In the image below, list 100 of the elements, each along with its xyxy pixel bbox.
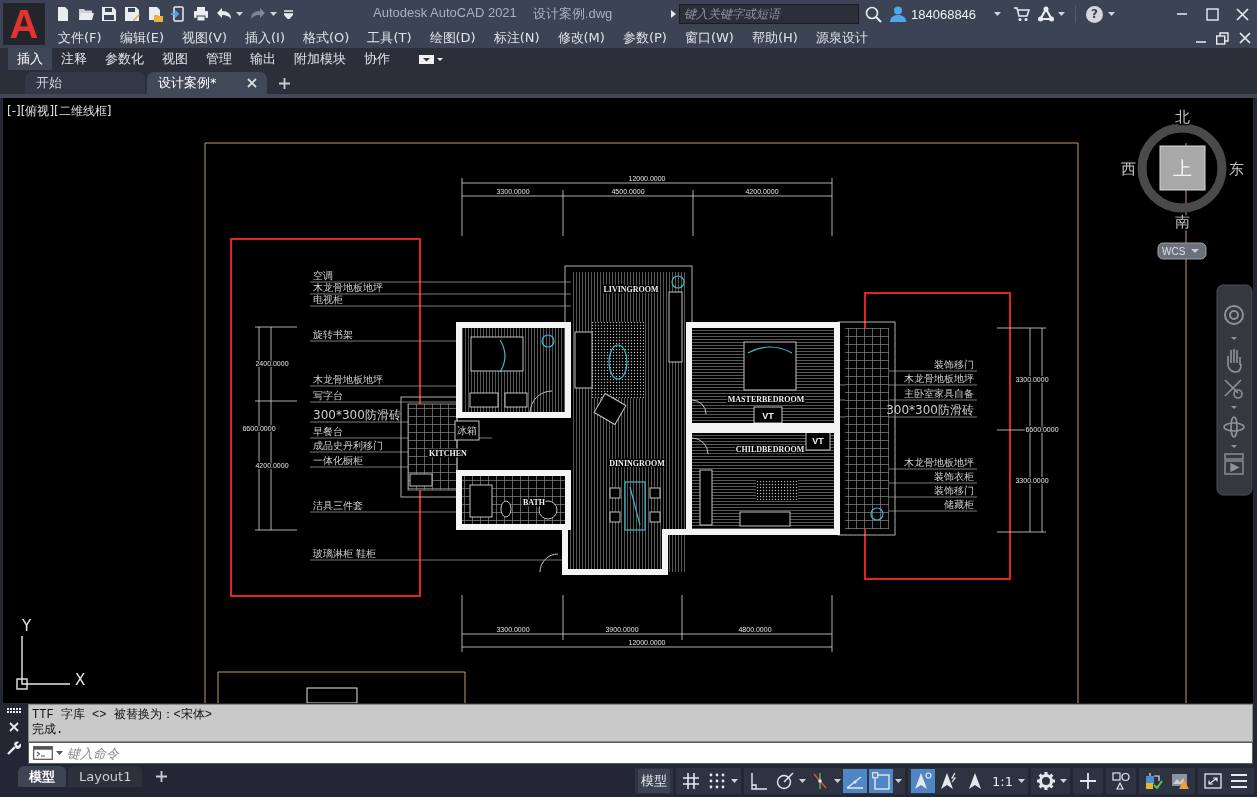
annotation-visibility-button[interactable] bbox=[911, 769, 936, 793]
axis-label: X bbox=[75, 671, 86, 689]
right-angle-icon bbox=[750, 772, 769, 790]
wrench-icon[interactable] bbox=[7, 741, 21, 755]
image-warning-icon bbox=[1171, 772, 1189, 790]
menu-item[interactable]: 格式(O) bbox=[294, 28, 359, 48]
grid-icon bbox=[682, 772, 701, 790]
close-icon bbox=[1235, 7, 1249, 21]
caret-icon[interactable] bbox=[1060, 779, 1067, 783]
search-field[interactable]: 键入关键字或短语 bbox=[679, 4, 859, 24]
expand-arrow-icon[interactable] bbox=[671, 10, 676, 18]
caret-icon[interactable] bbox=[1231, 406, 1237, 409]
caret-icon[interactable] bbox=[895, 779, 903, 783]
file-tab[interactable]: 设计案例* bbox=[147, 72, 267, 94]
ribbon-tab[interactable]: 视图 bbox=[153, 48, 197, 70]
save-as-icon[interactable] bbox=[124, 6, 140, 22]
help-button[interactable]: ? bbox=[1086, 5, 1104, 23]
menu-item[interactable]: 帮助(H) bbox=[742, 28, 807, 48]
menu-item[interactable]: 窗口(W) bbox=[675, 28, 743, 48]
minimize-icon bbox=[1176, 13, 1188, 15]
dot-grid-icon bbox=[708, 772, 727, 790]
layout-tab[interactable]: Layout1 bbox=[68, 766, 143, 787]
compass-ring[interactable] bbox=[1137, 123, 1227, 213]
zoom-icon[interactable] bbox=[1224, 379, 1243, 399]
caret-icon[interactable] bbox=[1108, 12, 1116, 16]
plus-icon[interactable] bbox=[156, 771, 168, 782]
caret-icon[interactable] bbox=[994, 12, 1002, 16]
polar-icon bbox=[776, 772, 795, 790]
user-name[interactable]: 184068846 bbox=[911, 6, 977, 22]
user-icon[interactable] bbox=[890, 6, 906, 22]
document-folder-icon[interactable] bbox=[147, 6, 163, 22]
document-title: 设计案例.dwg bbox=[532, 5, 613, 23]
new-file-icon[interactable] bbox=[55, 6, 71, 22]
isodraft-button[interactable] bbox=[843, 769, 868, 793]
ribbon-tab[interactable]: 参数化 bbox=[96, 48, 153, 70]
compass-direction[interactable]: 南 bbox=[1174, 213, 1190, 231]
menu-item[interactable]: 标注(N) bbox=[484, 28, 549, 48]
caret-icon[interactable] bbox=[270, 12, 277, 16]
menu-item[interactable]: 源泉设计 bbox=[806, 28, 877, 48]
search-icon[interactable] bbox=[865, 5, 882, 23]
panel-toggle-icon[interactable] bbox=[419, 54, 443, 64]
steering-wheel-icon[interactable] bbox=[1224, 305, 1244, 325]
ribbon-tab[interactable]: 注释 bbox=[52, 48, 96, 70]
plus-icon[interactable] bbox=[279, 78, 290, 89]
spike-bolt-icon bbox=[940, 772, 959, 790]
ribbon-tab[interactable]: 附加模块 bbox=[285, 48, 355, 70]
caret-icon[interactable] bbox=[1231, 337, 1237, 340]
caret-icon[interactable] bbox=[731, 779, 739, 783]
grip-icon[interactable] bbox=[6, 708, 22, 713]
selection-filter-button[interactable] bbox=[1109, 769, 1133, 793]
close-icon[interactable] bbox=[247, 78, 257, 88]
showmotion-icon[interactable] bbox=[1224, 453, 1244, 475]
caret-icon[interactable] bbox=[56, 751, 63, 755]
caret-icon[interactable] bbox=[236, 12, 243, 16]
print-icon[interactable] bbox=[193, 6, 209, 22]
menu-item[interactable]: 视图(V) bbox=[173, 28, 237, 48]
triangle-nodes-icon[interactable] bbox=[1038, 6, 1055, 22]
terminal-icon[interactable] bbox=[33, 746, 53, 760]
share-icon[interactable] bbox=[170, 6, 186, 22]
caret-icon[interactable] bbox=[1018, 779, 1025, 783]
dynamic-ucs-button[interactable] bbox=[869, 769, 894, 793]
close-icon[interactable] bbox=[1239, 32, 1251, 44]
viewport-label[interactable]: [-][俯视][二维线框] bbox=[7, 103, 112, 120]
compass-direction[interactable]: 西 bbox=[1120, 160, 1136, 178]
settings-button[interactable] bbox=[1034, 769, 1058, 793]
plus-icon bbox=[1079, 772, 1097, 790]
ribbon-tab[interactable]: 协作 bbox=[355, 48, 399, 70]
restore-icon[interactable] bbox=[1216, 31, 1229, 45]
cart-icon[interactable] bbox=[1013, 6, 1031, 22]
close-icon[interactable] bbox=[9, 722, 19, 732]
hand-icon[interactable] bbox=[1227, 348, 1242, 373]
open-folder-icon[interactable] bbox=[78, 6, 94, 22]
menu-icon bbox=[1230, 772, 1248, 790]
menu-item[interactable]: 绘图(D) bbox=[420, 28, 485, 48]
file-tab[interactable]: 开始 bbox=[25, 72, 145, 94]
menu-item[interactable]: 修改(M) bbox=[548, 28, 614, 48]
orbit-icon[interactable] bbox=[1223, 416, 1245, 438]
command-input[interactable]: 键入命令 bbox=[28, 742, 1253, 764]
menu-item[interactable]: 文件(F) bbox=[49, 28, 111, 48]
save-icon[interactable] bbox=[101, 6, 117, 22]
menu-item[interactable]: 参数(P) bbox=[613, 28, 676, 48]
ribbon-tab[interactable]: 插入 bbox=[8, 48, 52, 70]
ribbon-tab[interactable]: 管理 bbox=[197, 48, 241, 70]
caret-icon[interactable] bbox=[799, 779, 807, 783]
compass-direction[interactable]: 北 bbox=[1174, 108, 1190, 126]
menu-item[interactable]: 插入(I) bbox=[236, 28, 294, 48]
model-space-button[interactable]: 模型 bbox=[638, 769, 671, 793]
app-title: Autodesk AutoCAD 2021 bbox=[373, 5, 517, 22]
ucs-menu-button[interactable]: WCS bbox=[1157, 242, 1207, 260]
caret-icon[interactable] bbox=[1058, 12, 1066, 16]
compass-direction[interactable]: 东 bbox=[1228, 160, 1244, 178]
caret-icon[interactable] bbox=[1231, 445, 1237, 448]
layout-tab[interactable]: 模型 bbox=[18, 766, 66, 787]
history-line: 完成. bbox=[32, 723, 64, 738]
undo-icon[interactable] bbox=[216, 7, 232, 21]
menu-item[interactable]: 编辑(E) bbox=[110, 28, 173, 48]
customize-icon[interactable] bbox=[284, 9, 293, 19]
ribbon-tab[interactable]: 输出 bbox=[241, 48, 285, 70]
menu-item[interactable]: 工具(T) bbox=[358, 28, 421, 48]
caret-icon[interactable] bbox=[834, 779, 842, 783]
